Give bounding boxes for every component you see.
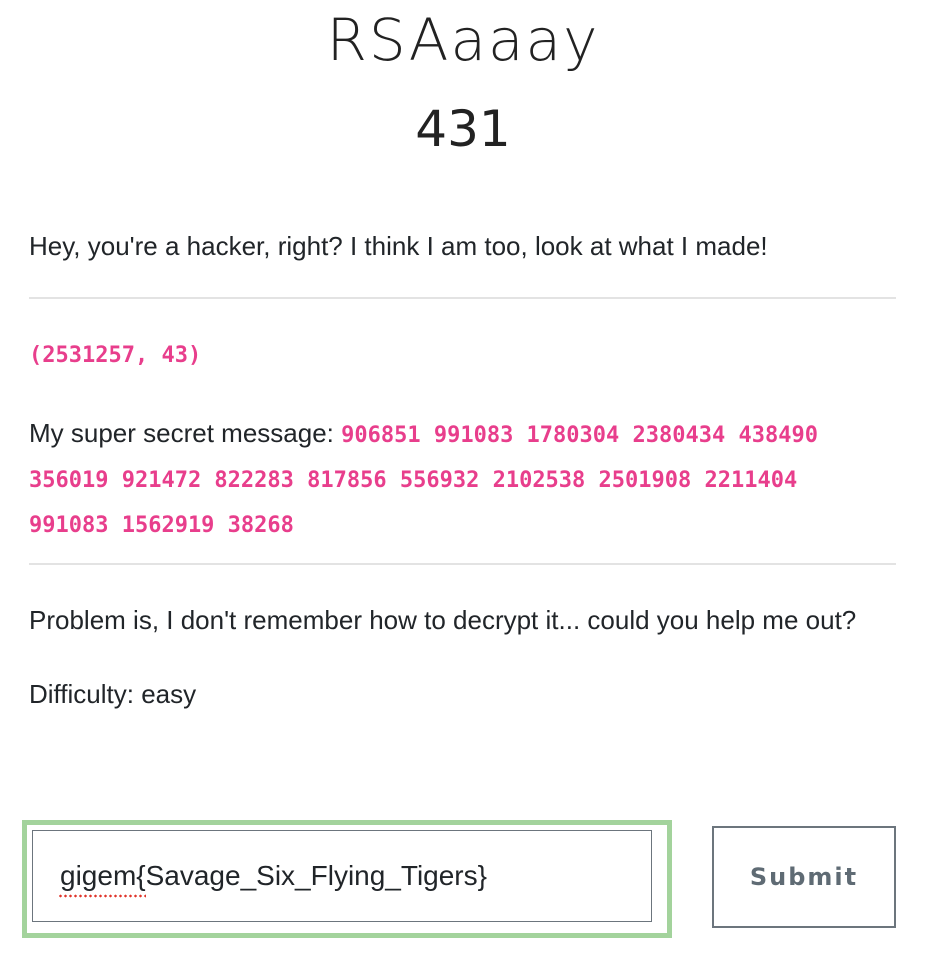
secret-message: My super secret message: 906851 991083 1… [29, 412, 899, 547]
message-ciphertext-line-1: 906851 991083 1780304 2380434 438490 [341, 423, 818, 448]
challenge-problem: Problem is, I don't remember how to decr… [29, 605, 857, 635]
public-key: (2531257, 43) [29, 343, 202, 368]
challenge-intro: Hey, you're a hacker, right? I think I a… [29, 231, 768, 261]
spellcheck-underline [58, 894, 146, 898]
message-ciphertext-line-3: 991083 1562919 38268 [29, 513, 294, 538]
message-label: My super secret message: [29, 418, 334, 448]
submit-button[interactable]: Submit [712, 826, 896, 928]
flag-input-focus-ring [22, 820, 672, 938]
challenge-points: 431 [415, 100, 511, 158]
divider-top [29, 297, 896, 299]
message-ciphertext-line-2: 356019 921472 822283 817856 556932 21025… [29, 468, 798, 493]
challenge-title: RSAaaay [326, 6, 600, 74]
challenge-difficulty: Difficulty: easy [29, 679, 197, 709]
divider-bottom [29, 563, 896, 565]
flag-input[interactable] [32, 830, 652, 922]
